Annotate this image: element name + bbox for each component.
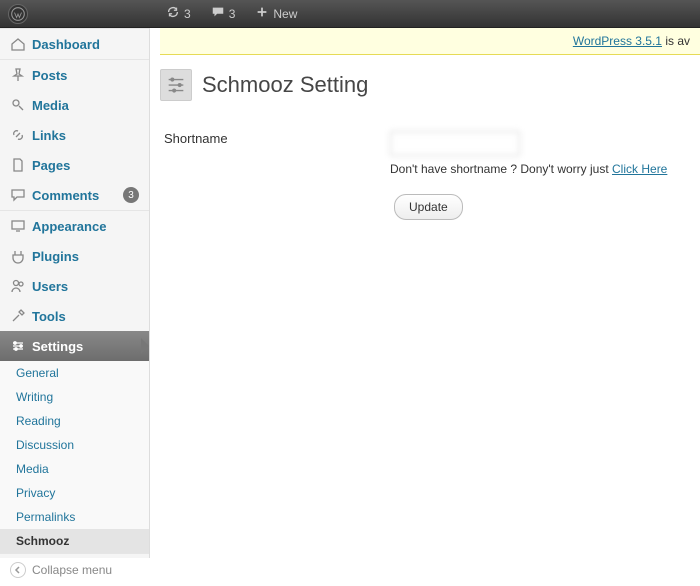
sidebar-item-plugins[interactable]: Plugins [0, 241, 149, 271]
submenu-item-schmooz[interactable]: Schmooz [0, 529, 149, 553]
submenu-item-discussion[interactable]: Discussion [0, 433, 149, 457]
page-icon [10, 157, 26, 173]
plus-icon [255, 5, 269, 22]
sidebar-item-label: Users [32, 279, 139, 294]
comments-count: 3 [229, 7, 236, 21]
refresh-count: 3 [184, 7, 191, 21]
settings-submenu: General Writing Reading Discussion Media… [0, 361, 149, 553]
sidebar-item-pages[interactable]: Pages [0, 150, 149, 180]
collapse-label: Collapse menu [32, 563, 112, 577]
notice-suffix: is av [662, 34, 690, 48]
sidebar-item-label: Appearance [32, 219, 139, 234]
submenu-item-general[interactable]: General [0, 361, 149, 385]
sidebar-item-label: Comments [32, 188, 117, 203]
collapse-icon [10, 562, 26, 578]
sidebar-item-label: Posts [32, 68, 139, 83]
pin-icon [10, 67, 26, 83]
sidebar-item-settings[interactable]: Settings [0, 331, 149, 361]
users-icon [10, 278, 26, 294]
refresh-button[interactable]: 3 [156, 0, 201, 28]
shortname-input[interactable] [390, 131, 520, 156]
sidebar-item-media[interactable]: Media [0, 90, 149, 120]
admin-bar: 3 3 New [0, 0, 700, 28]
home-icon [10, 36, 26, 52]
new-label: New [273, 7, 297, 21]
tools-icon [10, 308, 26, 324]
appearance-icon [10, 218, 26, 234]
comments-button[interactable]: 3 [201, 0, 246, 28]
sidebar-item-links[interactable]: Links [0, 120, 149, 150]
helper-text: Don't have shortname ? Dony't worry just [390, 162, 612, 176]
sidebar-item-posts[interactable]: Posts [0, 60, 149, 90]
sidebar-item-dashboard[interactable]: Dashboard [0, 29, 149, 59]
sidebar-item-label: Media [32, 98, 139, 113]
submenu-item-writing[interactable]: Writing [0, 385, 149, 409]
sidebar-item-label: Settings [32, 339, 139, 354]
settings-page-icon [160, 69, 192, 101]
submenu-item-reading[interactable]: Reading [0, 409, 149, 433]
link-icon [10, 127, 26, 143]
sidebar-item-label: Dashboard [32, 37, 139, 52]
sidebar-item-tools[interactable]: Tools [0, 301, 149, 331]
submenu-item-media[interactable]: Media [0, 457, 149, 481]
content-area: WordPress 3.5.1 is av Schmooz Setting Sh… [150, 28, 700, 558]
sidebar-item-appearance[interactable]: Appearance [0, 211, 149, 241]
submenu-item-privacy[interactable]: Privacy [0, 481, 149, 505]
media-icon [10, 97, 26, 113]
comments-badge: 3 [123, 187, 139, 203]
settings-icon [10, 338, 26, 354]
new-button[interactable]: New [245, 0, 307, 28]
admin-sidebar: Dashboard Posts Media Links Pages Commen… [0, 28, 150, 558]
page-title: Schmooz Setting [202, 72, 368, 98]
refresh-icon [166, 5, 180, 22]
sidebar-item-label: Links [32, 128, 139, 143]
sidebar-item-label: Tools [32, 309, 139, 324]
sidebar-item-users[interactable]: Users [0, 271, 149, 301]
comment-icon [10, 187, 26, 203]
shortname-label: Shortname [160, 131, 360, 146]
click-here-link[interactable]: Click Here [612, 162, 667, 176]
shortname-helper: Don't have shortname ? Dony't worry just… [390, 162, 700, 176]
comment-icon [211, 5, 225, 22]
update-notice: WordPress 3.5.1 is av [160, 28, 700, 55]
sidebar-item-label: Plugins [32, 249, 139, 264]
wordpress-logo-icon[interactable] [8, 4, 28, 24]
update-button[interactable]: Update [394, 194, 463, 220]
sidebar-item-label: Pages [32, 158, 139, 173]
page-header: Schmooz Setting [160, 55, 700, 111]
submenu-item-permalinks[interactable]: Permalinks [0, 505, 149, 529]
plugin-icon [10, 248, 26, 264]
shortname-row: Shortname Don't have shortname ? Dony't … [160, 131, 700, 176]
sidebar-item-comments[interactable]: Comments 3 [0, 180, 149, 210]
wordpress-update-link[interactable]: WordPress 3.5.1 [573, 34, 662, 48]
